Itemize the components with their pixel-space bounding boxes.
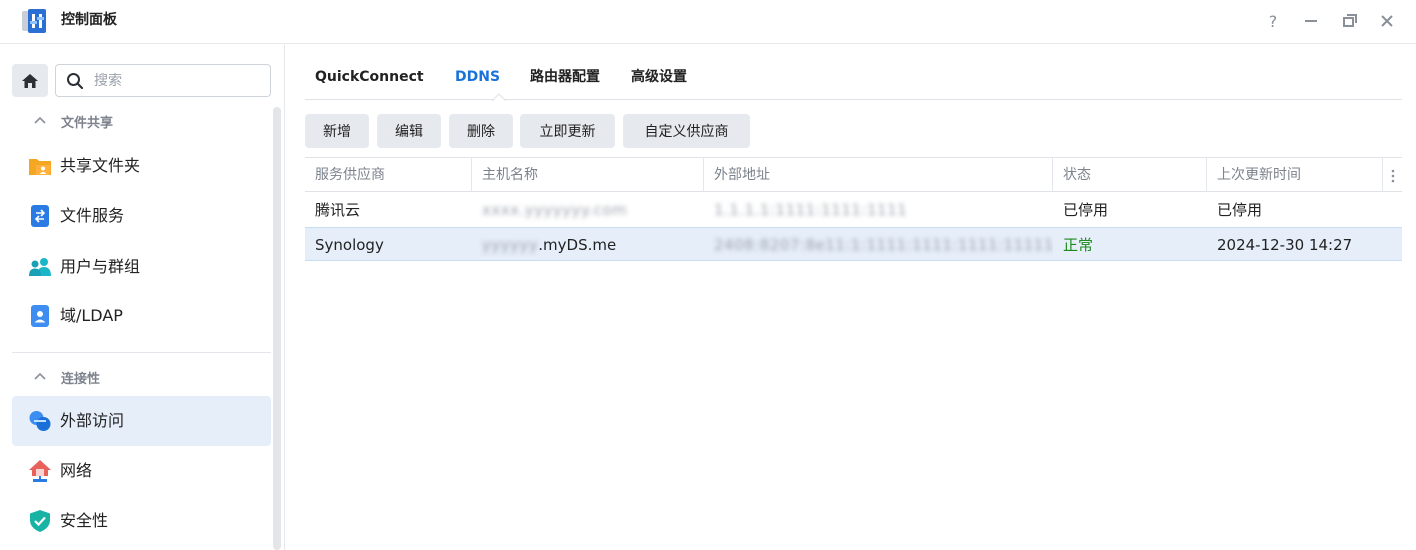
sidebar-item-label: 网络 — [60, 461, 93, 480]
section-header-file-sharing[interactable]: 文件共享 — [32, 111, 113, 131]
sidebar-item-label: 外部访问 — [60, 411, 125, 430]
table-header: 服务供应商 主机名称 外部地址 状态 上次更新时间 — [305, 157, 1402, 192]
sidebar-item-network[interactable]: 网络 — [12, 446, 271, 496]
hostname-cell: xxxx.yyyyyyy.com — [472, 193, 704, 227]
custom-provider-button[interactable]: 自定义供应商 — [623, 114, 750, 148]
active-tab-indicator — [492, 93, 506, 101]
column-header-external-address[interactable]: 外部地址 — [704, 158, 1053, 192]
search-icon — [67, 73, 84, 90]
redacted-hostname: yyyyyy — [482, 236, 539, 254]
sidebar-item-label: 安全性 — [60, 511, 109, 530]
provider-cell: Synology — [315, 236, 384, 254]
sidebar-item-shared-folder[interactable]: 共享文件夹 — [12, 141, 271, 191]
sidebar-item-external-access[interactable]: 外部访问 — [12, 396, 271, 446]
section-title: 连接性 — [61, 371, 101, 387]
redacted-hostname: xxxx.yyyyyyy.com — [482, 201, 628, 219]
sidebar-item-domain-ldap[interactable]: 域/LDAP — [12, 291, 271, 341]
tab-bar: QuickConnect DDNS 路由器配置 高级设置 — [305, 45, 1402, 101]
sidebar: 文件共享 共享文件夹 文件服务 用户与群组 域/LDAP — [0, 45, 285, 550]
edit-button[interactable]: 编辑 — [377, 114, 441, 148]
sidebar-item-label: 共享文件夹 — [60, 156, 141, 175]
column-header-hostname[interactable]: 主机名称 — [472, 158, 704, 192]
status-cell: 已停用 — [1063, 201, 1109, 219]
chevron-up-icon — [34, 116, 46, 124]
section-title: 文件共享 — [61, 115, 114, 131]
sidebar-item-label: 域/LDAP — [60, 306, 123, 325]
tab-ddns[interactable]: DDNS — [455, 68, 500, 86]
tab-quickconnect[interactable]: QuickConnect — [315, 68, 424, 86]
minimize-icon[interactable] — [1300, 10, 1322, 32]
home-icon — [22, 73, 38, 88]
add-button[interactable]: 新增 — [305, 114, 369, 148]
table-row[interactable]: Synology yyyyyy.myDS.me 2408:8207:8e11:1… — [305, 227, 1402, 261]
shared-folder-icon — [29, 159, 51, 175]
user-group-icon — [29, 258, 51, 276]
sidebar-item-label: 用户与群组 — [60, 257, 141, 276]
hostname-cell: yyyyyy.myDS.me — [472, 228, 704, 262]
restore-icon[interactable] — [1339, 10, 1361, 32]
address-cell: 2408:8207:8e11:1:1111:1111:1111:11111:11… — [704, 228, 1053, 262]
sidebar-scrollbar[interactable] — [273, 107, 281, 550]
update-now-button[interactable]: 立即更新 — [520, 114, 615, 148]
hostname-domain: .myDS.me — [538, 236, 617, 254]
column-header-last-update[interactable]: 上次更新时间 — [1207, 158, 1383, 192]
table-row[interactable]: 腾讯云 xxxx.yyyyyyy.com 1.1.1.1:1111:1111:1… — [305, 193, 1402, 227]
home-button[interactable] — [12, 64, 48, 97]
address-cell: 1.1.1.1:1111:1111:1111 — [704, 193, 1053, 227]
file-services-icon — [31, 205, 49, 227]
search-input[interactable] — [94, 71, 264, 91]
last-update-cell: 2024-12-30 14:27 — [1217, 236, 1353, 254]
sidebar-item-label: 文件服务 — [60, 206, 125, 225]
provider-cell: 腾讯云 — [315, 201, 361, 219]
control-panel-app-icon — [20, 7, 48, 35]
sidebar-item-user-group[interactable]: 用户与群组 — [12, 242, 271, 292]
network-icon — [29, 460, 51, 482]
section-header-connectivity[interactable]: 连接性 — [32, 367, 100, 387]
domain-ldap-icon — [31, 305, 49, 327]
security-shield-icon — [30, 510, 50, 532]
last-update-cell: 已停用 — [1217, 201, 1263, 219]
tab-router-config[interactable]: 路由器配置 — [530, 68, 600, 86]
status-cell: 正常 — [1063, 236, 1094, 254]
help-icon[interactable]: ? — [1262, 10, 1284, 32]
section-divider — [12, 352, 271, 353]
sidebar-item-security[interactable]: 安全性 — [12, 496, 271, 546]
title-bar: 控制面板 ? — [0, 0, 1416, 44]
redacted-address: 2408:8207:8e11:1:1111:1111:1111:11111:11… — [714, 236, 1053, 254]
chevron-up-icon — [34, 372, 46, 380]
tab-advanced-settings[interactable]: 高级设置 — [631, 68, 687, 86]
sidebar-item-file-services[interactable]: 文件服务 — [12, 191, 271, 241]
column-header-provider[interactable]: 服务供应商 — [305, 158, 472, 192]
column-header-status[interactable]: 状态 — [1053, 158, 1207, 192]
close-icon[interactable] — [1376, 10, 1398, 32]
search-box[interactable] — [55, 64, 271, 97]
redacted-address: 1.1.1.1:1111:1111:1111 — [714, 201, 908, 219]
column-options-icon[interactable] — [1384, 167, 1402, 185]
delete-button[interactable]: 删除 — [449, 114, 513, 148]
main-panel: QuickConnect DDNS 路由器配置 高级设置 新增 编辑 删除 立即… — [286, 45, 1416, 550]
external-access-icon — [29, 411, 51, 431]
window-title: 控制面板 — [61, 12, 117, 28]
